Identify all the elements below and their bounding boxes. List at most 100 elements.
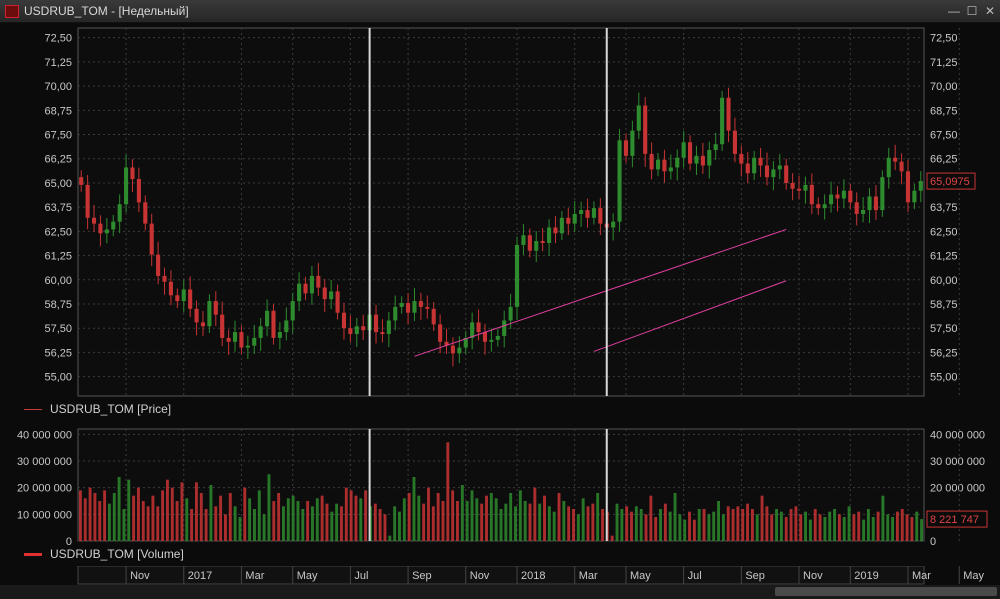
candle-body [265, 310, 270, 327]
volume-bar [804, 511, 808, 541]
volume-chart[interactable]: 40 000 000 40 000 000 30 000 000 30 000 000… [0, 421, 1000, 566]
candle-body [861, 210, 866, 214]
candle-body [482, 332, 488, 342]
time-axis-label: Sep [412, 570, 432, 582]
volume-pane[interactable]: 40 000 000 40 000 000 30 000 000 30 000 000… [0, 421, 1000, 566]
candle-body [489, 339, 494, 342]
volume-bar [523, 501, 527, 541]
volume-bar [615, 503, 619, 541]
volume-legend-swatch [24, 553, 42, 557]
volume-bar [808, 519, 812, 541]
candle-body [643, 105, 648, 154]
volume-bar [654, 517, 658, 541]
volume-bar [344, 487, 348, 541]
price-chart[interactable]: 72,50 72,50 71,25 71,25 70,00 70,00 68,75 68,75… [0, 22, 1000, 419]
volume-bar [562, 501, 566, 541]
volume-bar [364, 490, 368, 541]
volume-bar [794, 506, 798, 541]
price-legend-swatch [24, 409, 42, 411]
close-button[interactable]: ✕ [982, 3, 998, 19]
maximize-button[interactable]: ☐ [964, 3, 980, 19]
volume-bar [456, 501, 459, 541]
candle-body [136, 179, 141, 203]
volume-bar [378, 509, 382, 541]
candle-body [373, 314, 379, 333]
price-plot-frame [77, 27, 925, 397]
volume-bar [823, 517, 827, 541]
volume-bar [784, 517, 788, 541]
candle-body [534, 241, 539, 251]
volume-y-tick-left: 30 000 000 [17, 456, 72, 468]
time-axis-label: Mar [245, 570, 264, 582]
candle-body [540, 241, 545, 243]
price-pane[interactable]: 72,50 72,50 71,25 71,25 70,00 70,00 68,75 68,75… [0, 22, 1000, 419]
price-y-tick-left: 66,25 [44, 154, 72, 166]
price-y-tick-left: 60,00 [44, 275, 72, 287]
volume-bar [683, 519, 687, 541]
volume-bar [649, 495, 653, 541]
candle-body [284, 320, 289, 333]
volume-bar [557, 493, 561, 541]
time-axis-label: Nov [803, 570, 823, 582]
price-y-tick-left: 72,50 [44, 33, 72, 45]
volume-bar [659, 509, 662, 541]
volume-bar [852, 514, 856, 541]
volume-bar [625, 506, 629, 541]
candle-body [380, 332, 385, 335]
candle-body [303, 283, 308, 294]
candle-body [700, 155, 705, 166]
volume-bar [717, 501, 720, 541]
price-y-tick-right: 55,00 [930, 372, 958, 384]
candle-body [912, 190, 917, 203]
volume-bar [833, 509, 837, 541]
candle-body [547, 227, 552, 243]
candle-body [835, 194, 840, 199]
candle-body [566, 217, 571, 224]
volume-bar [422, 503, 426, 541]
candle-body [732, 130, 737, 154]
candle-body [572, 213, 577, 224]
volume-bar [151, 495, 155, 541]
volume-bar [871, 517, 875, 541]
candle-body [681, 142, 686, 158]
price-last-value-label: 65,0975 [930, 176, 970, 188]
minimize-button[interactable]: — [946, 3, 962, 19]
price-legend-label: USDRUB_TOM [Price] [50, 402, 172, 416]
candle-body [297, 283, 302, 302]
volume-bar [886, 514, 890, 541]
candle-body [662, 159, 667, 172]
candle-body [85, 184, 90, 218]
volume-y-tick-left: 40 000 000 [17, 429, 72, 441]
volume-bar [219, 495, 223, 541]
candle-body [841, 190, 846, 199]
volume-bar [146, 506, 150, 541]
price-y-tick-left: 70,00 [44, 81, 72, 93]
candle-body [393, 306, 398, 321]
volume-bar [910, 517, 914, 541]
volume-bar [750, 509, 754, 541]
volume-bar [78, 490, 82, 541]
volume-bar [83, 498, 87, 541]
candle-body [130, 167, 135, 180]
candle-body [630, 130, 635, 156]
candle-body [790, 182, 795, 189]
candle-body [873, 196, 878, 211]
volume-bar [697, 509, 701, 541]
candle-body [104, 229, 109, 234]
volume-bar [175, 501, 179, 541]
candle-body [848, 190, 853, 203]
volume-bar [335, 503, 339, 541]
candle-body [213, 301, 218, 315]
candle-body [880, 177, 885, 211]
volume-bar [499, 509, 503, 541]
volume-bar [755, 514, 759, 541]
volume-bar [190, 509, 194, 541]
volume-y-tick-right: 30 000 000 [930, 456, 985, 468]
horizontal-scrollbar-thumb[interactable] [775, 587, 997, 596]
volume-bar [112, 493, 116, 541]
price-y-tick-left: 67,50 [44, 130, 72, 142]
candle-body [348, 328, 353, 335]
candle-body [905, 171, 911, 203]
candle-body [252, 337, 257, 346]
volume-bar [460, 485, 464, 541]
